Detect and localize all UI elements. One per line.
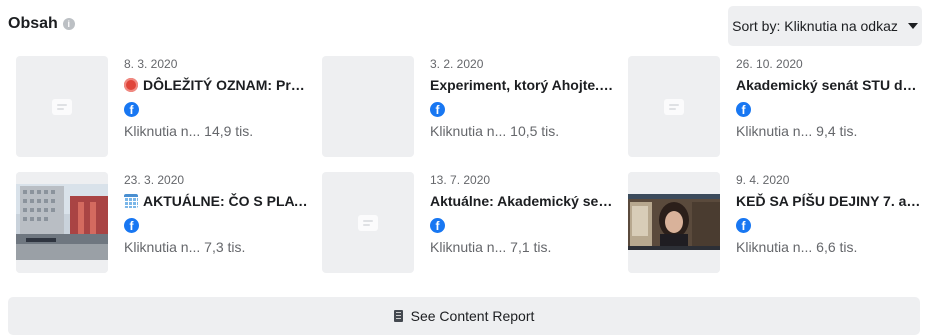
content-card[interactable]: 8. 3. 2020 DÔLEŽITÝ OZNAM: Preru... f Kl…	[16, 56, 311, 160]
post-title[interactable]: AKTUÁLNE: ČO S PLATB...	[124, 192, 310, 210]
post-thumbnail[interactable]	[322, 172, 414, 273]
post-title[interactable]: KEĎ SA PÍŠU DEJINY 7. aprí...	[736, 192, 922, 210]
facebook-icon: f	[736, 102, 751, 117]
post-date: 9. 4. 2020	[736, 173, 790, 187]
placeholder-post-icon	[664, 98, 684, 115]
post-date: 26. 10. 2020	[736, 57, 803, 71]
facebook-icon: f	[736, 218, 751, 233]
facebook-icon: f	[430, 102, 445, 117]
post-date: 3. 2. 2020	[430, 57, 484, 71]
post-date: 8. 3. 2020	[124, 57, 178, 71]
calendar-emoji	[124, 194, 138, 208]
sort-label: Sort by: Kliknutia na odkaz	[732, 18, 898, 34]
video-call-photo	[628, 172, 720, 273]
post-date: 13. 7. 2020	[430, 173, 491, 187]
content-card[interactable]: 9. 4. 2020 KEĎ SA PÍŠU DEJINY 7. aprí...…	[628, 172, 923, 276]
post-title[interactable]: Aktuálne: Akademický senát...	[430, 192, 616, 210]
facebook-icon: f	[430, 218, 445, 233]
report-button-label: See Content Report	[410, 308, 535, 324]
info-icon[interactable]: i	[62, 18, 75, 30]
content-card[interactable]: 3. 2. 2020 Experiment, ktorý Ahojte. To.…	[322, 56, 617, 160]
content-card[interactable]: 26. 10. 2020 Akademický senát STU dnes..…	[628, 56, 923, 160]
report-icon	[393, 310, 403, 322]
link-clicks-metric: Kliknutia n... 7,1 tis.	[430, 239, 552, 255]
caret-down-icon	[907, 23, 918, 29]
placeholder-post-icon	[358, 214, 378, 231]
post-thumbnail[interactable]	[322, 56, 414, 157]
post-title[interactable]: Experiment, ktorý Ahojte. To...	[430, 76, 616, 94]
post-thumbnail[interactable]	[16, 172, 108, 273]
facebook-icon: f	[124, 102, 139, 117]
link-clicks-metric: Kliknutia n... 14,9 tis.	[124, 123, 254, 139]
content-card[interactable]: 13. 7. 2020 Aktuálne: Akademický senát..…	[322, 172, 617, 276]
building-photo	[16, 172, 108, 273]
post-date: 23. 3. 2020	[124, 173, 185, 187]
link-clicks-metric: Kliknutia n... 7,3 tis.	[124, 239, 246, 255]
post-thumbnail[interactable]	[628, 172, 720, 273]
sort-dropdown[interactable]: Sort by: Kliknutia na odkaz	[728, 6, 922, 46]
link-clicks-metric: Kliknutia n... 6,6 tis.	[736, 239, 858, 255]
post-thumbnail[interactable]	[628, 56, 720, 157]
see-content-report-button[interactable]: See Content Report	[8, 297, 920, 335]
placeholder-post-icon	[52, 98, 72, 115]
facebook-icon: f	[124, 218, 139, 233]
content-card[interactable]: 23. 3. 2020 AKTUÁLNE: ČO S PLATB... f Kl…	[16, 172, 311, 276]
post-thumbnail[interactable]	[16, 56, 108, 157]
post-title[interactable]: DÔLEŽITÝ OZNAM: Preru...	[124, 76, 310, 94]
red-circle-emoji	[124, 78, 138, 92]
link-clicks-metric: Kliknutia n... 10,5 tis.	[430, 123, 560, 139]
link-clicks-metric: Kliknutia n... 9,4 tis.	[736, 123, 858, 139]
section-title-text: Obsah	[8, 15, 58, 32]
post-title[interactable]: Akademický senát STU dnes...	[736, 76, 922, 94]
section-title: Obsah i	[8, 15, 75, 33]
